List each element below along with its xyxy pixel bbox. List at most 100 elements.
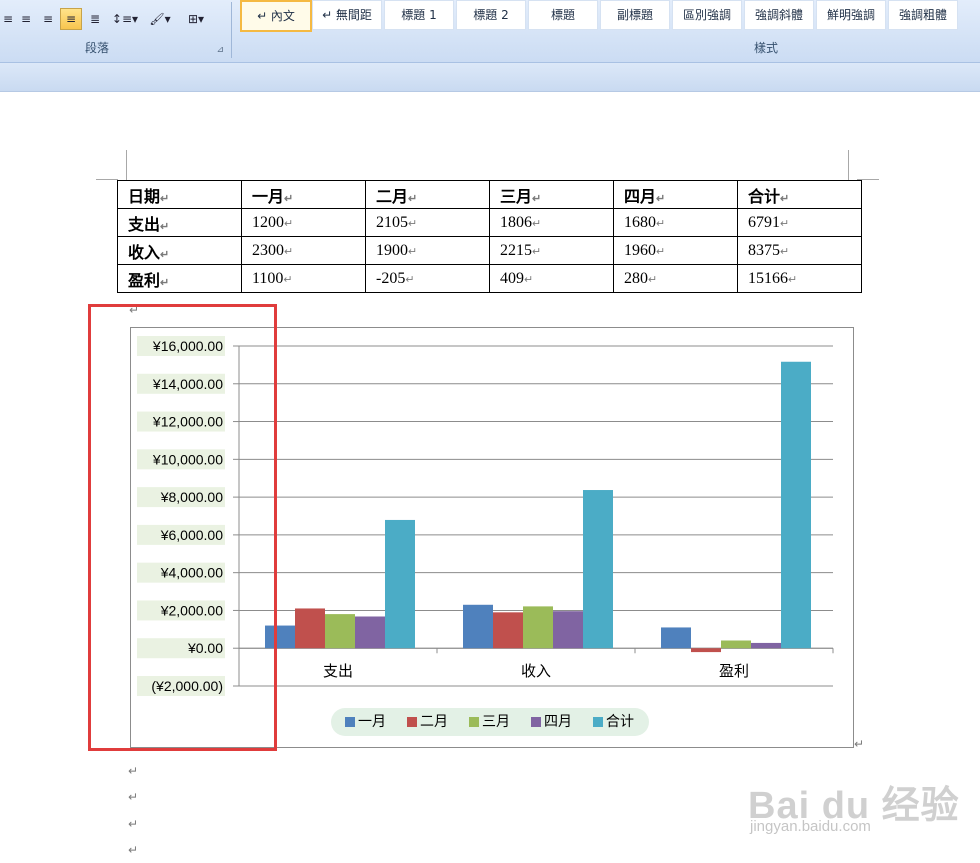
table-cell[interactable]: 409↵ bbox=[489, 264, 614, 293]
cell-end-mark: ↵ bbox=[405, 273, 415, 286]
cell-end-mark: ↵ bbox=[788, 273, 798, 286]
style-gallery-item[interactable]: 鮮明強調 bbox=[816, 0, 886, 30]
table-cell[interactable]: 收入↵ bbox=[117, 236, 242, 265]
x-tick-label: 收入 bbox=[521, 662, 551, 680]
table-cell[interactable]: 一月↵ bbox=[241, 180, 366, 209]
legend-label: 三月 bbox=[482, 714, 510, 730]
cell-end-mark: ↵ bbox=[160, 248, 170, 261]
table-cell[interactable]: 二月↵ bbox=[365, 180, 490, 209]
legend-swatch bbox=[345, 717, 355, 727]
bar-支出-合计 bbox=[385, 519, 415, 649]
align-center-button[interactable]: ≡ bbox=[16, 8, 36, 30]
bar-盈利-一月 bbox=[661, 627, 691, 649]
cell-end-mark: ↵ bbox=[408, 217, 418, 230]
style-gallery-item[interactable]: ↵ 無間距 bbox=[312, 0, 382, 30]
group-divider bbox=[231, 2, 232, 58]
borders-button[interactable]: ⊞▾ bbox=[180, 8, 212, 30]
legend-label: 四月 bbox=[544, 714, 572, 730]
style-gallery-item[interactable]: 區別強調 bbox=[672, 0, 742, 30]
legend-label: 一月 bbox=[358, 714, 386, 730]
x-tick-label: 盈利 bbox=[719, 662, 749, 680]
cell-end-mark: ↵ bbox=[284, 217, 294, 230]
cell-text: 2215 bbox=[500, 241, 532, 259]
bar-支出-三月 bbox=[325, 614, 355, 649]
table-cell[interactable]: 合计↵ bbox=[737, 180, 862, 209]
table-cell[interactable]: 6791↵ bbox=[737, 208, 862, 237]
style-gallery-item[interactable]: ↵ 內文 bbox=[240, 0, 312, 32]
margin-mark-right-vertical bbox=[848, 150, 849, 180]
justify-button[interactable]: ≡ bbox=[60, 8, 82, 30]
legend-swatch bbox=[531, 717, 541, 727]
table-cell[interactable]: 1100↵ bbox=[241, 264, 366, 293]
table-cell[interactable]: 15166↵ bbox=[737, 264, 862, 293]
paragraph-mark: ↵ bbox=[128, 790, 139, 804]
cell-text: 409 bbox=[500, 269, 524, 287]
table-cell[interactable]: 1900↵ bbox=[365, 236, 490, 265]
table-cell[interactable]: 四月↵ bbox=[613, 180, 738, 209]
distributed-button[interactable]: ≣ bbox=[84, 8, 106, 30]
table-cell[interactable]: 盈利↵ bbox=[117, 264, 242, 293]
shading-button[interactable]: 🖌▾ bbox=[142, 8, 178, 30]
table-cell[interactable]: 8375↵ bbox=[737, 236, 862, 265]
table-cell[interactable]: 280↵ bbox=[613, 264, 738, 293]
cell-end-mark: ↵ bbox=[780, 217, 790, 230]
cell-end-mark: ↵ bbox=[160, 192, 170, 205]
style-gallery-item[interactable]: 強調粗體 bbox=[888, 0, 958, 30]
data-table-wrapper: 日期↵ 一月↵ 二月↵ 三月↵ 四月↵ 合计↵ 支出↵ 1200↵ 2105↵ 1806↵ 1680… bbox=[117, 180, 862, 293]
cell-text: 一月 bbox=[252, 188, 285, 206]
table-cell[interactable]: 1200↵ bbox=[241, 208, 366, 237]
bar-盈利-三月 bbox=[721, 640, 751, 649]
table-cell[interactable]: 三月↵ bbox=[489, 180, 614, 209]
cell-end-mark: ↵ bbox=[532, 192, 542, 205]
bar-盈利-二月 bbox=[691, 648, 721, 653]
style-gallery-item[interactable]: 標題 bbox=[528, 0, 598, 30]
cell-text: 280 bbox=[624, 269, 648, 287]
table-header-row: 日期↵ 一月↵ 二月↵ 三月↵ 四月↵ 合计↵ bbox=[117, 180, 862, 209]
line-spacing-button[interactable]: ↕≡▾ bbox=[110, 8, 140, 30]
cell-end-mark: ↵ bbox=[408, 245, 418, 258]
dialog-launcher-icon[interactable]: ⊿ bbox=[216, 45, 224, 55]
style-gallery-item[interactable]: 標題 1 bbox=[384, 0, 454, 30]
bar-收入-二月 bbox=[493, 612, 523, 649]
cell-end-mark: ↵ bbox=[160, 276, 170, 289]
legend-swatch bbox=[469, 717, 479, 727]
cell-text: 2105 bbox=[376, 213, 408, 231]
cell-text: 三月 bbox=[500, 188, 533, 206]
bar-收入-合计 bbox=[583, 490, 613, 649]
paragraph-group: ≡ ≡ ≡ ≡ ≣ ↕≡▾ 🖌▾ ⊞▾ 段落 ⊿ bbox=[0, 0, 230, 60]
legend-swatch bbox=[407, 717, 417, 727]
cell-text: 6791 bbox=[748, 213, 780, 231]
cell-end-mark: ↵ bbox=[524, 273, 534, 286]
cell-end-mark: ↵ bbox=[780, 245, 790, 258]
cell-text: 日期 bbox=[128, 188, 161, 206]
table-cell[interactable]: 1680↵ bbox=[613, 208, 738, 237]
cell-text: 8375 bbox=[748, 241, 780, 259]
cell-end-mark: ↵ bbox=[656, 245, 666, 258]
margin-mark-left-horizontal bbox=[96, 179, 118, 180]
style-gallery-item[interactable]: 強調斜體 bbox=[744, 0, 814, 30]
table-cell[interactable]: 1806↵ bbox=[489, 208, 614, 237]
bar-收入-四月 bbox=[553, 611, 583, 649]
table-cell[interactable]: 支出↵ bbox=[117, 208, 242, 237]
style-gallery-item[interactable]: 副標題 bbox=[600, 0, 670, 30]
table-cell[interactable]: 日期↵ bbox=[117, 180, 242, 209]
style-gallery-item[interactable]: 標題 2 bbox=[456, 0, 526, 30]
cell-text: 1200 bbox=[252, 213, 284, 231]
table-cell[interactable]: -205↵ bbox=[365, 264, 490, 293]
table-cell[interactable]: 1960↵ bbox=[613, 236, 738, 265]
table-cell[interactable]: 2300↵ bbox=[241, 236, 366, 265]
align-left-button[interactable]: ≡ bbox=[0, 8, 16, 30]
cell-text: 15166 bbox=[748, 269, 788, 287]
legend-label: 二月 bbox=[420, 714, 448, 730]
table-cell[interactable]: 2215↵ bbox=[489, 236, 614, 265]
styles-group-label: 樣式 bbox=[754, 41, 779, 55]
data-table[interactable]: 日期↵ 一月↵ 二月↵ 三月↵ 四月↵ 合计↵ 支出↵ 1200↵ 2105↵ 1806↵ 1680… bbox=[117, 180, 862, 293]
paragraph-mark: ↵ bbox=[128, 817, 139, 831]
margin-mark-left-vertical bbox=[126, 150, 127, 180]
cell-end-mark: ↵ bbox=[780, 192, 790, 205]
table-row: 盈利↵ 1100↵ -205↵ 409↵ 280↵ 15166↵ bbox=[117, 264, 862, 293]
bar-收入-三月 bbox=[523, 606, 553, 649]
cell-end-mark: ↵ bbox=[283, 273, 293, 286]
table-cell[interactable]: 2105↵ bbox=[365, 208, 490, 237]
align-right-button[interactable]: ≡ bbox=[38, 8, 58, 30]
